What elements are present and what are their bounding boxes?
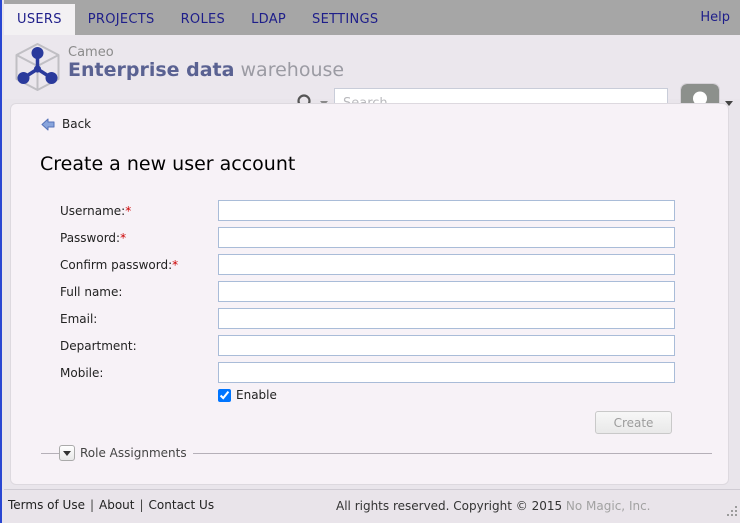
password-field[interactable] — [218, 227, 675, 248]
email-label: Email: — [60, 312, 97, 326]
help-link[interactable]: Help — [700, 0, 730, 35]
confirm-password-label: Confirm password:* — [60, 258, 178, 272]
chevron-down-icon — [63, 451, 71, 456]
role-assignments-expand-button[interactable] — [59, 445, 75, 461]
back-button[interactable]: Back — [41, 117, 91, 131]
divider-line — [193, 453, 712, 454]
brand-line2-light: warehouse — [241, 59, 345, 81]
full-name-label: Full name: — [60, 285, 122, 299]
app-window: USERS PROJECTS ROLES LDAP SETTINGS Help — [0, 0, 740, 523]
mobile-label: Mobile: — [60, 366, 103, 380]
brand-title: Cameo Enterprise data warehouse — [68, 46, 344, 81]
brand-line1: Cameo — [68, 46, 344, 60]
email-field[interactable] — [218, 308, 675, 329]
header-bar: Cameo Enterprise data warehouse — [4, 35, 740, 99]
department-label: Department: — [60, 339, 137, 353]
tab-roles[interactable]: ROLES — [168, 4, 238, 35]
mobile-field[interactable] — [218, 362, 675, 383]
copyright-text: All rights reserved. Copyright © 2015 No… — [336, 499, 651, 513]
full-name-field[interactable] — [218, 281, 675, 302]
link-separator: | — [85, 498, 99, 512]
role-assignments-section: Role Assignments — [41, 445, 712, 461]
about-link[interactable]: About — [99, 498, 134, 512]
required-marker: * — [125, 204, 131, 218]
back-label: Back — [62, 117, 91, 131]
role-assignments-label: Role Assignments — [75, 446, 193, 460]
back-arrow-icon — [41, 118, 55, 131]
enable-checkbox[interactable] — [218, 389, 231, 402]
create-button[interactable]: Create — [595, 411, 672, 434]
required-marker: * — [172, 258, 178, 272]
tab-settings[interactable]: SETTINGS — [299, 4, 391, 35]
footer-bar: Terms of Use|About|Contact Us All rights… — [4, 489, 740, 523]
contact-us-link[interactable]: Contact Us — [149, 498, 215, 512]
required-marker: * — [120, 231, 126, 245]
enable-checkbox-label[interactable]: Enable — [236, 388, 277, 402]
main-panel: Back Create a new user account Username:… — [10, 103, 729, 485]
top-nav: USERS PROJECTS ROLES LDAP SETTINGS — [4, 0, 740, 35]
department-field[interactable] — [218, 335, 675, 356]
divider-line — [41, 453, 59, 454]
terms-of-use-link[interactable]: Terms of Use — [8, 498, 85, 512]
username-field[interactable] — [218, 200, 675, 221]
enable-checkbox-row: Enable — [218, 388, 277, 402]
resize-grip[interactable] — [726, 502, 738, 521]
company-name: No Magic, Inc. — [566, 499, 651, 513]
password-label: Password:* — [60, 231, 126, 245]
tab-ldap[interactable]: LDAP — [238, 4, 299, 35]
tab-users[interactable]: USERS — [4, 4, 75, 35]
brand-line2-strong: Enterprise data — [68, 59, 234, 81]
page-title: Create a new user account — [40, 153, 295, 175]
footer-links: Terms of Use|About|Contact Us — [8, 498, 214, 512]
username-label: Username:* — [60, 204, 131, 218]
tab-projects[interactable]: PROJECTS — [75, 4, 168, 35]
app-logo-icon — [14, 42, 61, 96]
confirm-password-field[interactable] — [218, 254, 675, 275]
link-separator: | — [134, 498, 148, 512]
